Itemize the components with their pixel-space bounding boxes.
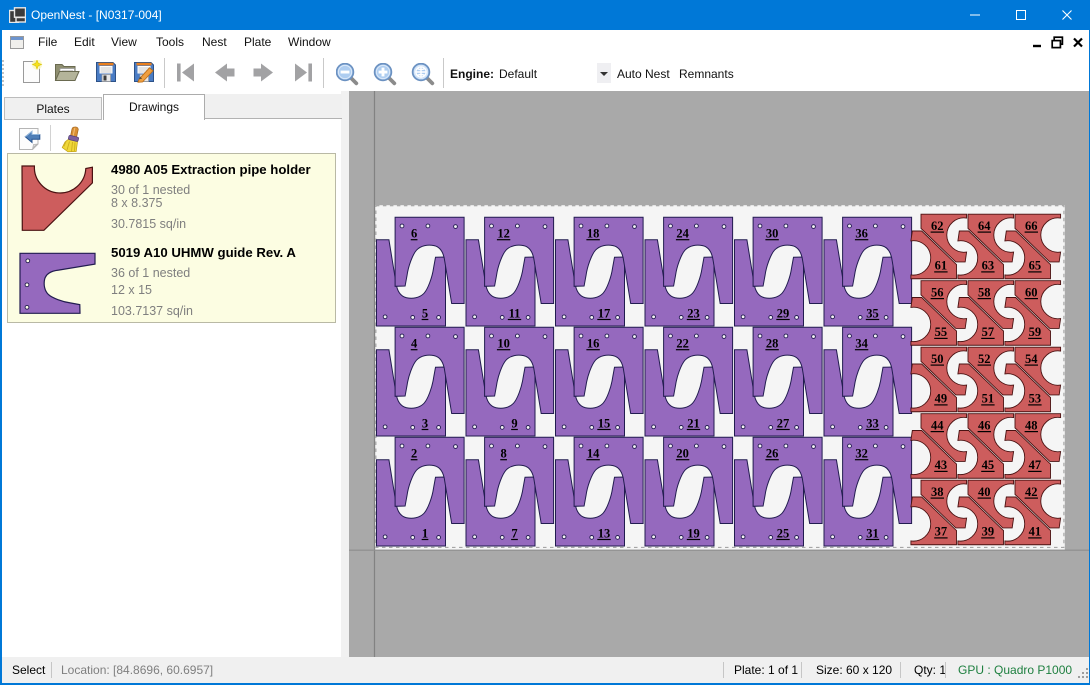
svg-text:22: 22	[676, 337, 689, 351]
svg-text:35: 35	[866, 306, 879, 320]
svg-text:45: 45	[982, 458, 995, 472]
svg-text:37: 37	[935, 525, 948, 539]
svg-text:58: 58	[978, 285, 991, 299]
svg-text:59: 59	[1029, 325, 1042, 339]
svg-text:30: 30	[766, 227, 779, 241]
svg-text:36: 36	[855, 227, 868, 241]
svg-text:55: 55	[935, 325, 948, 339]
svg-text:53: 53	[1029, 392, 1042, 406]
svg-text:62: 62	[931, 219, 944, 233]
svg-text:46: 46	[978, 418, 991, 432]
svg-text:66: 66	[1025, 219, 1038, 233]
svg-text:57: 57	[982, 325, 995, 339]
svg-text:18: 18	[587, 227, 600, 241]
svg-text:8: 8	[500, 447, 506, 461]
svg-text:42: 42	[1025, 485, 1038, 499]
svg-text:29: 29	[777, 306, 790, 320]
svg-text:5: 5	[422, 306, 428, 320]
svg-text:64: 64	[978, 219, 991, 233]
svg-text:63: 63	[982, 259, 995, 273]
svg-text:1: 1	[422, 526, 428, 540]
svg-text:12: 12	[497, 227, 510, 241]
svg-text:4: 4	[411, 337, 418, 351]
svg-text:3: 3	[422, 416, 428, 430]
svg-text:47: 47	[1029, 458, 1042, 472]
svg-text:15: 15	[598, 416, 611, 430]
svg-text:43: 43	[935, 458, 948, 472]
svg-text:49: 49	[935, 392, 948, 406]
svg-text:65: 65	[1029, 259, 1042, 273]
svg-text:61: 61	[935, 259, 948, 273]
svg-text:56: 56	[931, 285, 944, 299]
svg-text:40: 40	[978, 485, 991, 499]
svg-text:26: 26	[766, 447, 779, 461]
svg-text:60: 60	[1025, 285, 1038, 299]
svg-text:7: 7	[511, 526, 517, 540]
svg-text:41: 41	[1029, 525, 1042, 539]
svg-text:10: 10	[497, 337, 510, 351]
svg-text:44: 44	[931, 418, 944, 432]
svg-text:19: 19	[687, 526, 700, 540]
svg-text:17: 17	[598, 306, 611, 320]
svg-text:27: 27	[777, 416, 790, 430]
svg-text:50: 50	[931, 352, 944, 366]
svg-text:31: 31	[866, 526, 879, 540]
svg-text:6: 6	[411, 227, 417, 241]
svg-text:23: 23	[687, 306, 700, 320]
svg-text:33: 33	[866, 416, 879, 430]
svg-text:20: 20	[676, 447, 689, 461]
svg-text:16: 16	[587, 337, 600, 351]
svg-text:32: 32	[855, 447, 868, 461]
svg-text:25: 25	[777, 526, 790, 540]
svg-text:34: 34	[855, 337, 868, 351]
svg-text:21: 21	[687, 416, 700, 430]
svg-text:38: 38	[931, 485, 944, 499]
svg-text:39: 39	[982, 525, 995, 539]
svg-text:48: 48	[1025, 418, 1038, 432]
svg-text:13: 13	[598, 526, 611, 540]
svg-text:51: 51	[982, 392, 995, 406]
svg-text:54: 54	[1025, 352, 1038, 366]
svg-text:11: 11	[509, 306, 521, 320]
svg-text:14: 14	[587, 447, 600, 461]
svg-text:9: 9	[511, 416, 517, 430]
svg-text:2: 2	[411, 447, 417, 461]
svg-text:28: 28	[766, 337, 779, 351]
svg-text:52: 52	[978, 352, 991, 366]
svg-text:24: 24	[676, 227, 689, 241]
